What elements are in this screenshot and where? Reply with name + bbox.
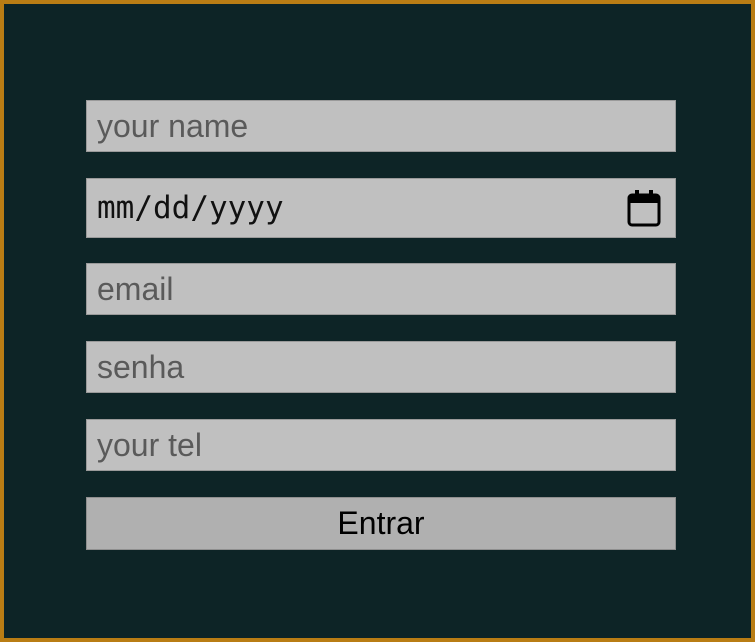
form-container: mm/dd/yyyy Entrar: [0, 0, 755, 642]
name-input[interactable]: [87, 101, 675, 151]
calendar-icon[interactable]: [627, 189, 661, 227]
password-field[interactable]: [86, 341, 676, 393]
birthdate-field[interactable]: mm/dd/yyyy: [86, 178, 676, 238]
submit-button[interactable]: Entrar: [86, 497, 676, 550]
tel-field[interactable]: [86, 419, 676, 471]
date-placeholder: mm/dd/yyyy: [97, 190, 284, 226]
tel-input[interactable]: [87, 420, 675, 470]
name-field[interactable]: [86, 100, 676, 152]
password-input[interactable]: [87, 342, 675, 392]
email-field[interactable]: [86, 263, 676, 315]
email-input[interactable]: [87, 264, 675, 314]
